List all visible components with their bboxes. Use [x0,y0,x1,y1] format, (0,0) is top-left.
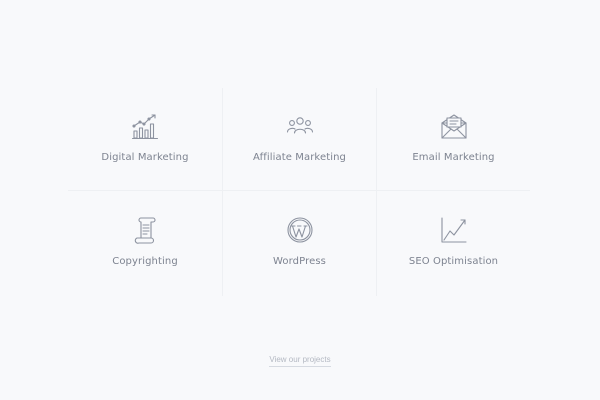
line-chart-trend-icon [440,216,468,244]
services-grid: Digital Marketing Affiliate Marketing Em… [68,88,530,296]
bar-chart-growth-icon [131,112,159,140]
service-card-wordpress[interactable]: WordPress [222,191,376,296]
view-projects-link[interactable]: View our projects [269,355,331,367]
service-label: Affiliate Marketing [253,152,346,163]
services-section: Digital Marketing Affiliate Marketing Em… [0,0,600,400]
service-card-email-marketing[interactable]: Email Marketing [376,88,530,191]
service-label: Digital Marketing [101,152,189,163]
service-label: Email Marketing [412,152,495,163]
service-label: Copyrighting [112,256,178,267]
view-projects-container: View our projects [0,349,600,367]
service-card-affiliate-marketing[interactable]: Affiliate Marketing [222,88,376,191]
service-label: WordPress [273,256,326,267]
service-card-copyrighting[interactable]: Copyrighting [68,191,222,296]
service-label: SEO Optimisation [408,256,499,267]
service-card-digital-marketing[interactable]: Digital Marketing [68,88,222,191]
wordpress-logo-icon [286,216,314,244]
envelope-open-icon [440,112,468,140]
service-card-seo-optimisation[interactable]: SEO Optimisation [376,191,530,296]
people-group-icon [286,112,314,140]
scroll-document-icon [131,216,159,244]
